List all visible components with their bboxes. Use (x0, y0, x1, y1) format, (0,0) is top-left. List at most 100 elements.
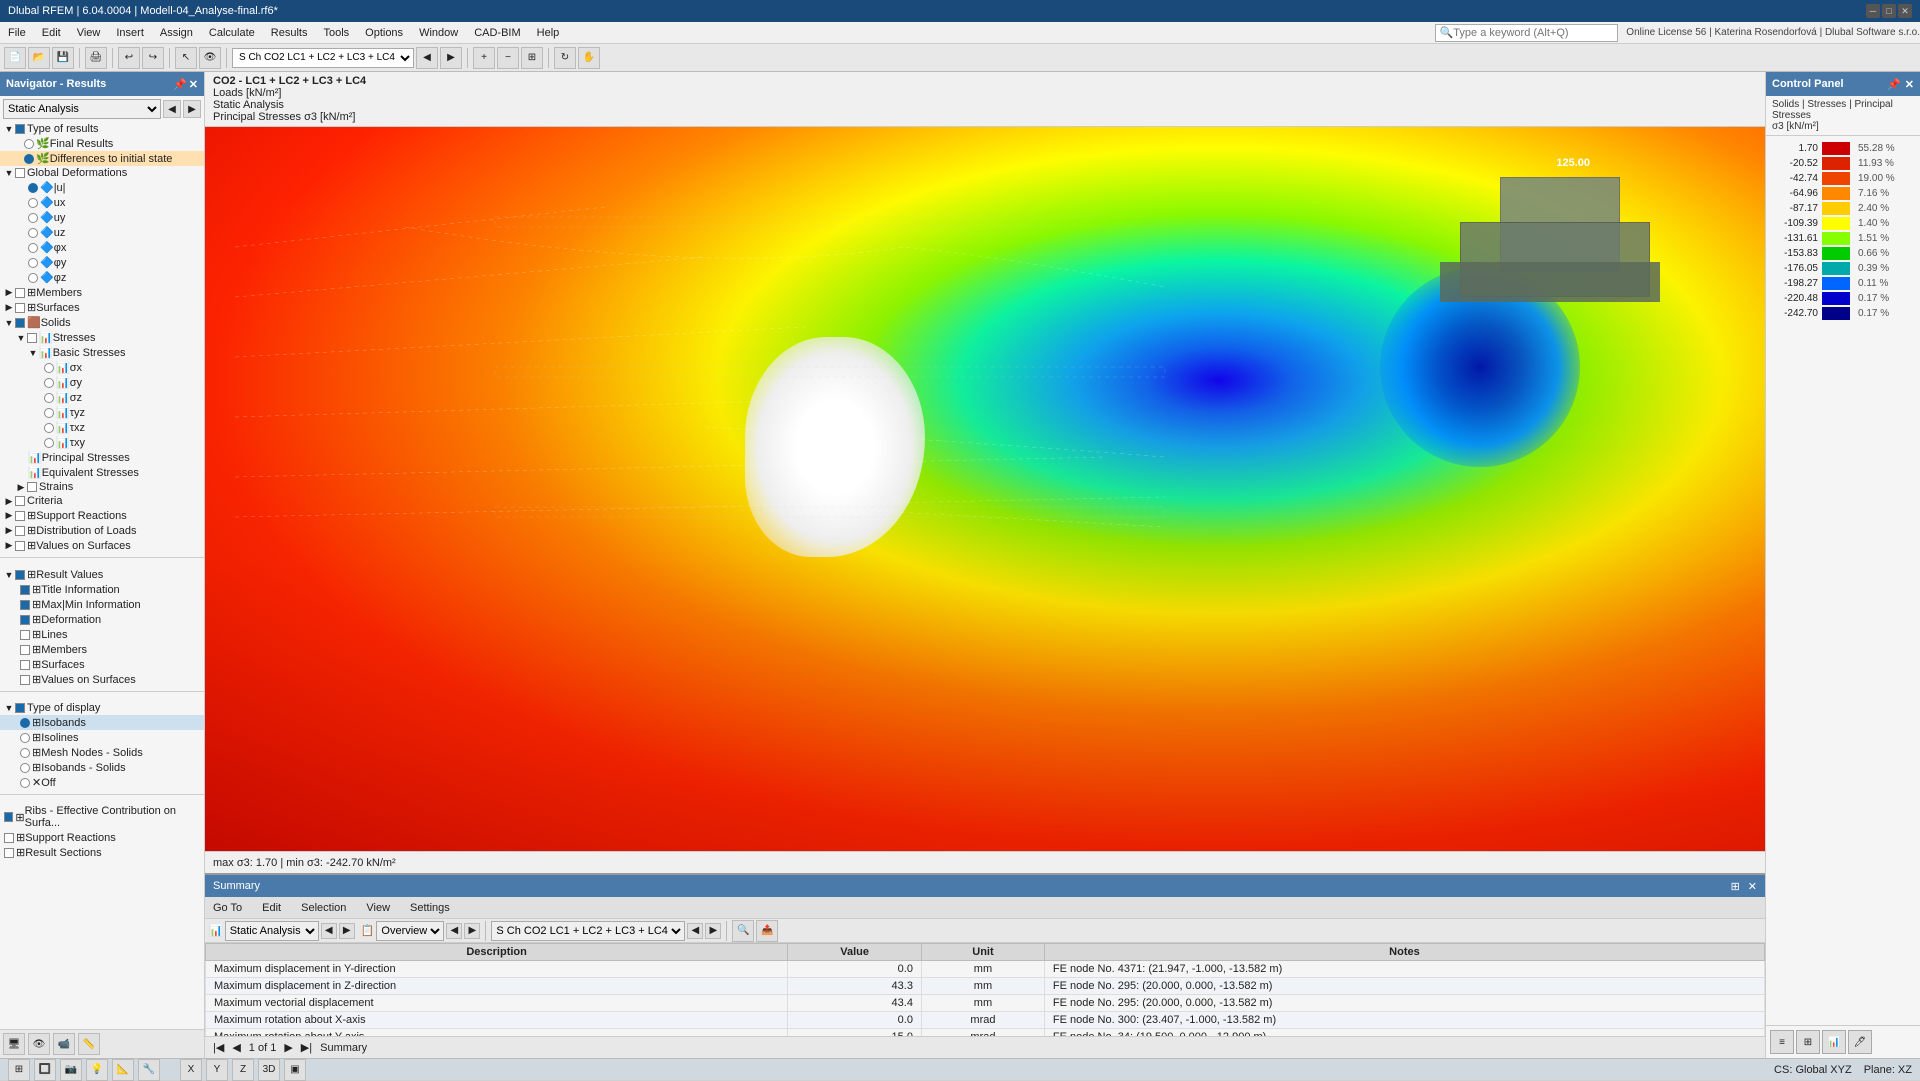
summary-prev-btn[interactable]: ◀ (321, 923, 337, 939)
tree-type-display[interactable]: ▼ Type of display (0, 701, 204, 715)
view-3d-btn[interactable]: 3D (258, 1059, 280, 1081)
cp-btn-4[interactable]: 🖊 (1848, 1030, 1872, 1054)
undo-button[interactable]: ↩ (118, 47, 140, 69)
summary-prev-page[interactable]: ◀ (232, 1041, 240, 1054)
summary-next-btn-2[interactable]: ▶ (464, 923, 480, 939)
summary-export-btn[interactable]: 📤 (756, 920, 778, 942)
zoom-fit-button[interactable]: ⊞ (521, 47, 543, 69)
cp-pin-icon[interactable]: 📌 (1887, 78, 1901, 91)
tree-check[interactable] (15, 570, 25, 580)
search-input[interactable] (1453, 27, 1613, 39)
menu-options[interactable]: Options (357, 25, 411, 41)
tree-basic-stresses[interactable]: ▼ 📊 Basic Stresses (0, 345, 204, 360)
summary-next-page[interactable]: ▶ (284, 1041, 292, 1054)
3d-view[interactable]: 125.00 (205, 127, 1765, 851)
tree-radio[interactable] (20, 733, 30, 743)
axis-z-btn[interactable]: Z (232, 1059, 254, 1081)
summary-lc-next[interactable]: ▶ (705, 923, 721, 939)
tree-off[interactable]: ✕ Off (0, 775, 204, 790)
tree-principal-stresses[interactable]: 📊 Principal Stresses (0, 450, 204, 465)
summary-overview-combo[interactable]: Overview (376, 921, 444, 941)
tree-check[interactable] (27, 333, 37, 343)
tab-goto[interactable]: Go To (209, 900, 246, 916)
tree-check[interactable] (15, 168, 25, 178)
menu-calculate[interactable]: Calculate (201, 25, 263, 41)
tree-stresses[interactable]: ▼ 📊 Stresses (0, 330, 204, 345)
tree-final-results[interactable]: 🌿 Final Results (0, 136, 204, 151)
tree-differences-initial[interactable]: 🌿 Differences to initial state (0, 151, 204, 166)
menu-insert[interactable]: Insert (108, 25, 152, 41)
prev-button[interactable]: ◀ (416, 47, 438, 69)
pan-button[interactable]: ✋ (578, 47, 600, 69)
tree-sigmaz[interactable]: 📊 σz (0, 390, 204, 405)
tree-radio[interactable] (28, 228, 38, 238)
render-btn[interactable]: ▣ (284, 1059, 306, 1081)
tree-check[interactable] (20, 585, 30, 595)
zoom-in-button[interactable]: + (473, 47, 495, 69)
tree-tauxz[interactable]: 📊 τxz (0, 420, 204, 435)
nav-icon-4[interactable]: 📏 (78, 1033, 100, 1055)
menu-assign[interactable]: Assign (152, 25, 201, 41)
tree-radio[interactable] (28, 213, 38, 223)
tree-check[interactable] (4, 848, 14, 858)
tree-mesh-nodes-solids[interactable]: ⊞ Mesh Nodes - Solids (0, 745, 204, 760)
tree-check[interactable] (15, 303, 25, 313)
summary-next-btn[interactable]: ▶ (339, 923, 355, 939)
menu-edit[interactable]: Edit (34, 25, 69, 41)
nav-icon-3[interactable]: 📹 (53, 1033, 75, 1055)
menu-help[interactable]: Help (529, 25, 568, 41)
nav-icon-1[interactable]: 🖥 (3, 1033, 25, 1055)
menu-file[interactable]: File (0, 25, 34, 41)
cp-btn-3[interactable]: 📊 (1822, 1030, 1846, 1054)
tree-deformation[interactable]: ⊞ Deformation (0, 612, 204, 627)
tree-global-deformations[interactable]: ▼ Global Deformations (0, 166, 204, 180)
tab-view[interactable]: View (362, 900, 394, 916)
summary-lc-prev[interactable]: ◀ (687, 923, 703, 939)
tree-sigmay[interactable]: 📊 σy (0, 375, 204, 390)
tree-radio[interactable] (20, 718, 30, 728)
tab-selection[interactable]: Selection (297, 900, 350, 916)
tree-type-of-results[interactable]: ▼ Type of results (0, 122, 204, 136)
tree-support-reactions[interactable]: ▶ ⊞ Support Reactions (0, 508, 204, 523)
tree-radio[interactable] (28, 183, 38, 193)
restore-button[interactable]: □ (1882, 4, 1896, 18)
status-btn-2[interactable]: 🔲 (34, 1059, 56, 1081)
tree-radio-checked[interactable] (24, 154, 34, 164)
tree-ux[interactable]: 🔷 ux (0, 195, 204, 210)
tree-members[interactable]: ▶ ⊞ Members (0, 285, 204, 300)
nav-pin-button[interactable]: 📌 (173, 78, 187, 91)
menu-results[interactable]: Results (263, 25, 316, 41)
view-button[interactable]: 👁 (199, 47, 221, 69)
tree-check[interactable] (15, 511, 25, 521)
tree-phiy[interactable]: 🔷 φy (0, 255, 204, 270)
tree-check[interactable] (20, 645, 30, 655)
tree-surfaces[interactable]: ▶ ⊞ Surfaces (0, 300, 204, 315)
tree-check[interactable] (4, 812, 13, 822)
tree-check[interactable] (15, 318, 25, 328)
summary-lc-combo[interactable]: S Ch CO2 LC1 + LC2 + LC3 + LC4 (491, 921, 685, 941)
status-btn-3[interactable]: 📷 (60, 1059, 82, 1081)
tree-u-total[interactable]: 🔷 |u| (0, 180, 204, 195)
open-button[interactable]: 📂 (28, 47, 50, 69)
tree-check[interactable] (4, 833, 14, 843)
tree-radio[interactable] (20, 748, 30, 758)
menu-window[interactable]: Window (411, 25, 466, 41)
tree-surfaces-rv[interactable]: ⊞ Surfaces (0, 657, 204, 672)
summary-prev-btn-2[interactable]: ◀ (446, 923, 462, 939)
tree-tauyz[interactable]: 📊 τyz (0, 405, 204, 420)
nav-next-button[interactable]: ▶ (183, 100, 201, 118)
summary-close-icon[interactable]: ✕ (1748, 880, 1757, 893)
tree-radio[interactable] (44, 363, 54, 373)
print-button[interactable]: 🖨 (85, 47, 107, 69)
tree-distribution-loads[interactable]: ▶ ⊞ Distribution of Loads (0, 523, 204, 538)
tree-radio[interactable] (28, 258, 38, 268)
tree-check[interactable] (20, 615, 30, 625)
close-button[interactable]: ✕ (1898, 4, 1912, 18)
tree-result-sections[interactable]: ⊞ Result Sections (0, 845, 204, 860)
zoom-out-button[interactable]: − (497, 47, 519, 69)
summary-expand-icon[interactable]: ⊞ (1731, 880, 1740, 893)
tree-radio[interactable] (44, 423, 54, 433)
menu-view[interactable]: View (69, 25, 109, 41)
nav-prev-button[interactable]: ◀ (163, 100, 181, 118)
tree-tauxy[interactable]: 📊 τxy (0, 435, 204, 450)
